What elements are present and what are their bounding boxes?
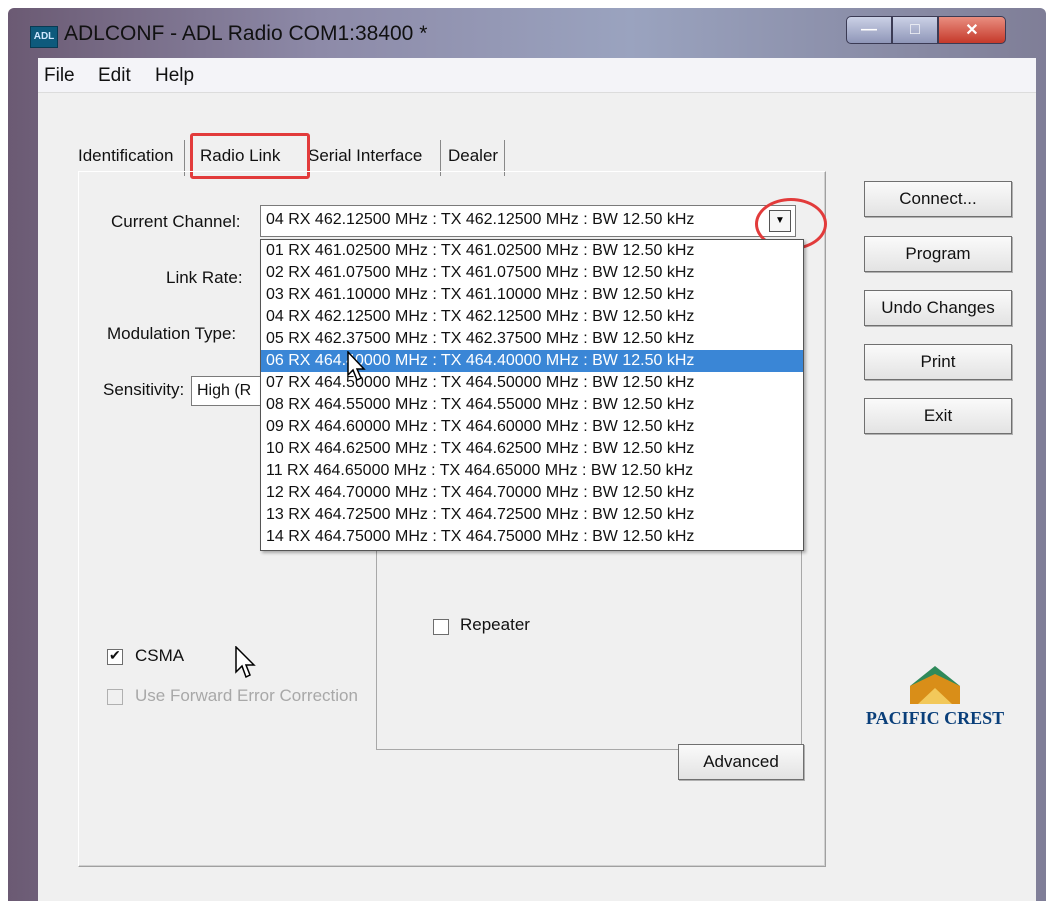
channel-option[interactable]: 14 RX 464.75000 MHz : TX 464.75000 MHz :… bbox=[261, 526, 803, 548]
close-icon: ✕ bbox=[965, 22, 979, 39]
repeater-label: Repeater bbox=[460, 615, 530, 634]
program-button[interactable]: Program bbox=[864, 236, 1012, 272]
current-channel-value: 04 RX 462.12500 MHz : TX 462.12500 MHz :… bbox=[266, 211, 695, 228]
pacific-crest-logo: PACIFIC CREST bbox=[860, 664, 1010, 730]
minimize-button[interactable]: — bbox=[846, 16, 892, 44]
modulation-type-label: Modulation Type: bbox=[107, 324, 237, 343]
channel-option[interactable]: 10 RX 464.62500 MHz : TX 464.62500 MHz :… bbox=[261, 438, 803, 460]
channel-option[interactable]: 09 RX 464.60000 MHz : TX 464.60000 MHz :… bbox=[261, 416, 803, 438]
channel-option[interactable]: 11 RX 464.65000 MHz : TX 464.65000 MHz :… bbox=[261, 460, 803, 482]
repeater-checkbox[interactable] bbox=[433, 619, 449, 635]
mouse-cursor-icon bbox=[235, 646, 256, 679]
channel-option[interactable]: 08 RX 464.55000 MHz : TX 464.55000 MHz :… bbox=[261, 394, 803, 416]
link-rate-label: Link Rate: bbox=[166, 268, 243, 287]
mountain-logo-icon bbox=[910, 666, 960, 704]
current-channel-select[interactable]: 04 RX 462.12500 MHz : TX 462.12500 MHz :… bbox=[260, 205, 796, 237]
title-bar: ADL ADLCONF - ADL Radio COM1:38400 * — □… bbox=[8, 8, 1046, 58]
csma-checkbox[interactable]: ✔ bbox=[107, 647, 123, 665]
channel-option[interactable]: 13 RX 464.72500 MHz : TX 464.72500 MHz :… bbox=[261, 504, 803, 526]
channel-option[interactable]: 05 RX 462.37500 MHz : TX 462.37500 MHz :… bbox=[261, 328, 803, 350]
menu-edit[interactable]: Edit bbox=[98, 65, 131, 87]
dialog-client-area: File Edit Help Identification Radio Link… bbox=[38, 58, 1036, 901]
menu-bar: File Edit Help bbox=[38, 58, 1036, 93]
sensitivity-label: Sensitivity: bbox=[103, 380, 185, 399]
minimize-icon: — bbox=[861, 21, 877, 38]
menu-help[interactable]: Help bbox=[155, 65, 194, 87]
window-controls: — □ ✕ bbox=[846, 16, 1006, 44]
channel-option[interactable]: 04 RX 462.12500 MHz : TX 462.12500 MHz :… bbox=[261, 306, 803, 328]
undo-changes-button[interactable]: Undo Changes bbox=[864, 290, 1012, 326]
csma-label: CSMA bbox=[135, 646, 185, 665]
current-channel-label: Current Channel: bbox=[111, 212, 241, 231]
channel-option[interactable]: 02 RX 461.07500 MHz : TX 461.07500 MHz :… bbox=[261, 262, 803, 284]
channel-option-highlighted[interactable]: 06 RX 464.40000 MHz : TX 464.40000 MHz :… bbox=[261, 350, 803, 372]
menu-file[interactable]: File bbox=[44, 65, 75, 87]
window-frame: ADL ADLCONF - ADL Radio COM1:38400 * — □… bbox=[8, 8, 1046, 901]
window-title: ADLCONF - ADL Radio COM1:38400 * bbox=[64, 22, 428, 45]
channel-option[interactable]: 07 RX 464.50000 MHz : TX 464.50000 MHz :… bbox=[261, 372, 803, 394]
logo-text: PACIFIC CREST bbox=[865, 708, 1005, 728]
channel-option[interactable]: 01 RX 461.02500 MHz : TX 461.02500 MHz :… bbox=[261, 240, 803, 262]
maximize-icon: □ bbox=[910, 21, 920, 38]
channel-dropdown-list: 01 RX 461.02500 MHz : TX 461.02500 MHz :… bbox=[260, 239, 804, 551]
options-group-box bbox=[376, 549, 802, 750]
close-button[interactable]: ✕ bbox=[938, 16, 1006, 44]
sensitivity-value: High (R bbox=[197, 382, 252, 399]
channel-option[interactable]: 12 RX 464.70000 MHz : TX 464.70000 MHz :… bbox=[261, 482, 803, 504]
fec-checkbox[interactable] bbox=[107, 689, 123, 705]
channel-option[interactable]: 03 RX 461.10000 MHz : TX 461.10000 MHz :… bbox=[261, 284, 803, 306]
connect-button[interactable]: Connect... bbox=[864, 181, 1012, 217]
fec-label: Use Forward Error Correction bbox=[135, 686, 358, 705]
advanced-button[interactable]: Advanced bbox=[678, 744, 804, 780]
checkmark-icon: ✔ bbox=[109, 647, 121, 663]
print-button[interactable]: Print bbox=[864, 344, 1012, 380]
maximize-button[interactable]: □ bbox=[892, 16, 938, 44]
mouse-cursor-icon bbox=[347, 351, 366, 382]
adl-app-icon: ADL bbox=[30, 26, 58, 48]
exit-button[interactable]: Exit bbox=[864, 398, 1012, 434]
